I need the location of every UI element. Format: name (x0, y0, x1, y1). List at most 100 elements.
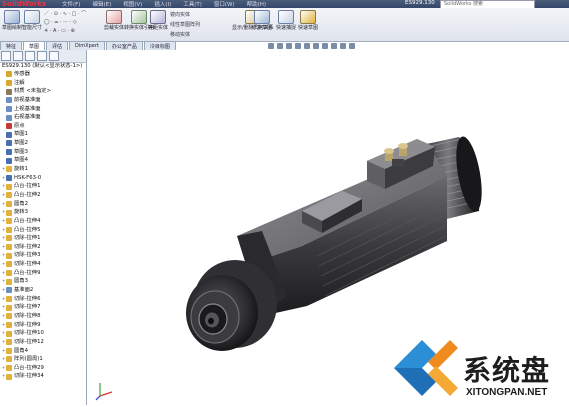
feature-icon (6, 356, 12, 363)
tree-item[interactable]: + 切除-拉伸10 (0, 329, 86, 338)
tree-item[interactable]: 材质 <未指定> (0, 87, 86, 96)
view-settings-icon[interactable] (349, 43, 355, 49)
rapid-sketch-button[interactable]: 快速草图 (298, 10, 318, 31)
line-tools[interactable]: ／ · ⊙ · ∿ · □ · ⌒ (44, 10, 86, 17)
tree-item[interactable]: 草图4 (0, 156, 86, 165)
tree-item[interactable]: + 切除-拉伸3 (0, 251, 86, 260)
view-orientation-icon[interactable] (304, 43, 310, 49)
tree-item-label: 切除-拉伸10 (14, 330, 44, 337)
watermark-brand: 系统盘 (463, 354, 551, 387)
hide-show-icon[interactable] (322, 43, 328, 49)
feature-tree-icon[interactable] (1, 51, 11, 61)
tree-item[interactable]: + 圆角2 (0, 200, 86, 209)
tab-features[interactable]: 特征 (0, 41, 23, 50)
tree-item[interactable]: + 凸台-拉伸2 (0, 191, 86, 200)
menu-file[interactable]: 文件(F) (62, 0, 80, 8)
tree-item[interactable]: 原点 (0, 122, 86, 131)
tree-item[interactable]: 传感器 (0, 70, 86, 79)
tab-dimxpert[interactable]: DimXpert (69, 41, 105, 50)
point-tools[interactable]: ✳ · A · ▭ · ⊕ (44, 28, 75, 34)
move-entities[interactable]: 移动实体 (170, 31, 190, 38)
tree-item[interactable]: + 旋转1 (0, 165, 86, 174)
menu-help[interactable]: 帮助(H) (247, 0, 266, 8)
tree-item[interactable]: + 切除-拉伸9 (0, 321, 86, 330)
feature-icon (6, 114, 12, 121)
feature-icon (6, 339, 12, 346)
tree-root[interactable]: ES929.130 (默认<显示状态-1>) (0, 63, 88, 70)
feature-icon (6, 209, 12, 216)
tree-item[interactable]: 注解 (0, 79, 86, 88)
tree-item[interactable]: + 切除-拉伸2 (0, 243, 86, 252)
trim-button[interactable]: 剪裁实体 (104, 10, 124, 31)
tree-item[interactable]: + 凸台-拉伸4 (0, 217, 86, 226)
smart-dimension-label: 智能尺寸 (22, 25, 43, 31)
tab-cold-target[interactable]: 冷目标图 (143, 41, 176, 50)
menu-window[interactable]: 窗口(W) (214, 0, 235, 8)
tree-item-label: 切除-拉伸7 (14, 304, 41, 311)
axis-triad (95, 383, 113, 401)
previous-view-icon[interactable] (286, 43, 292, 49)
tree-item[interactable]: 草图3 (0, 148, 86, 157)
tree-item[interactable]: + 圆角3 (0, 277, 86, 286)
tree-item-label: 凸台-拉伸9 (14, 269, 41, 276)
display-manager-icon[interactable] (49, 51, 59, 61)
tree-item[interactable]: 草图2 (0, 139, 86, 148)
section-view-icon[interactable] (295, 43, 301, 49)
quick-snaps-button[interactable]: 快速捕捉 (276, 10, 296, 31)
tree-item[interactable]: + 切除-拉伸12 (0, 338, 86, 347)
feature-icon (6, 105, 12, 112)
smart-dimension-button[interactable]: 智能尺寸 (22, 10, 42, 31)
tree-item[interactable]: + 圆角4 (0, 347, 86, 356)
tab-evaluate[interactable]: 评估 (46, 41, 69, 50)
linear-pattern[interactable]: 线性草图阵列 (170, 21, 200, 28)
configuration-manager-icon[interactable] (25, 51, 35, 61)
menu-insert[interactable]: 插入(I) (154, 0, 171, 8)
tree-item[interactable]: 前视基准面 (0, 96, 86, 105)
tree-item[interactable]: + 凸台-拉伸5 (0, 226, 86, 235)
tree-item[interactable]: + HSK-F63-0 (0, 174, 86, 183)
tree-item[interactable]: + 切除-拉伸34 (0, 372, 86, 381)
property-manager-icon[interactable] (13, 51, 23, 61)
tree-item[interactable]: 右视基准面 (0, 113, 86, 122)
offset-entities-button[interactable]: 等距实体 (148, 10, 168, 31)
mirror-entities[interactable]: 镜向实体 (170, 11, 190, 18)
feature-icon (6, 123, 12, 130)
repair-sketch-button[interactable]: 修复草图 (252, 10, 272, 31)
edit-appearance-icon[interactable] (331, 43, 337, 49)
tab-sketch[interactable]: 草图 (23, 41, 46, 50)
tree-item[interactable]: 草图1 (0, 130, 86, 139)
feature-icon (6, 235, 12, 242)
feature-icon (6, 192, 12, 199)
menu-tools[interactable]: 工具(T) (183, 0, 202, 8)
quick-snaps-icon (278, 10, 294, 24)
tree-item[interactable]: + 阵列(圆周)1 (0, 355, 86, 364)
sketch-button[interactable]: 草图绘制 (2, 10, 22, 31)
zoom-area-icon[interactable] (277, 43, 283, 49)
tree-item[interactable]: + 旋转3 (0, 208, 86, 217)
tree-item[interactable]: + 凸台-拉伸9 (0, 269, 86, 278)
tree-item[interactable]: 上视基准面 (0, 105, 86, 114)
tree-item[interactable]: + 切除-拉伸7 (0, 303, 86, 312)
quick-snaps-label: 快速捕捉 (276, 25, 297, 31)
tree-item[interactable]: + 切除-拉伸4 (0, 260, 86, 269)
tree-item[interactable]: + 凸台-拉伸29 (0, 364, 86, 373)
solidworks-logo: SolidWorks (2, 0, 47, 8)
dimxpert-manager-icon[interactable] (37, 51, 47, 61)
tree-item[interactable]: + 切除-拉伸8 (0, 312, 86, 321)
menu-edit[interactable]: 编辑(E) (92, 0, 111, 8)
zoom-fit-icon[interactable] (268, 43, 274, 49)
menu-view[interactable]: 视图(V) (123, 0, 142, 8)
apply-scene-icon[interactable] (340, 43, 346, 49)
display-style-icon[interactable] (313, 43, 319, 49)
tree-item[interactable]: + 凸台-拉伸1 (0, 182, 86, 191)
tree-item-label: 阵列(圆周)1 (14, 356, 43, 363)
tree-item-label: 凸台-拉伸4 (14, 217, 41, 224)
feature-icon (6, 200, 12, 207)
command-tabs: 特征 草图 评估 DimXpert 办公室产品 冷目标图 (0, 41, 177, 50)
feature-icon (6, 278, 12, 285)
tree-item[interactable]: + 切除-拉伸1 (0, 234, 86, 243)
tab-office-products[interactable]: 办公室产品 (105, 41, 143, 50)
tree-item[interactable]: + 基准面2 (0, 286, 86, 295)
arc-tools[interactable]: ◯ · ⌓ · ⋯ · ◇ (44, 19, 77, 25)
tree-item[interactable]: + 切除-拉伸6 (0, 295, 86, 304)
